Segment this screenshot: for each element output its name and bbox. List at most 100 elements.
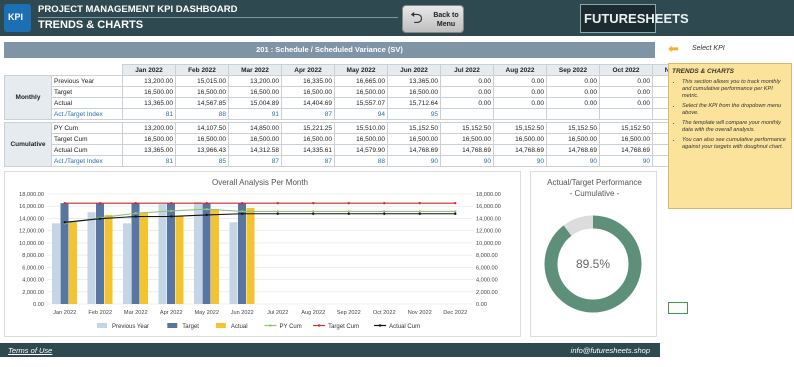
table-cell[interactable]: 16,500.00 — [387, 86, 441, 98]
table-cell[interactable]: 90 — [493, 155, 547, 167]
table-cell[interactable]: 14,768.69 — [599, 144, 653, 156]
table-cell[interactable]: 14,335.61 — [281, 144, 335, 156]
table-cell[interactable]: 16,500.00 — [175, 86, 229, 98]
table-cell[interactable]: 0.00 — [599, 97, 653, 109]
table-cell[interactable]: 90 — [440, 155, 494, 167]
table-cell[interactable]: 15,152.50 — [546, 122, 600, 134]
point-actual-cum — [276, 212, 279, 215]
table-cell[interactable]: 88 — [334, 155, 388, 167]
table-cell[interactable] — [493, 108, 547, 120]
table-cell[interactable]: 14,768.69 — [493, 144, 547, 156]
table-cell[interactable]: 16,500.00 — [281, 86, 335, 98]
table-cell[interactable]: 15,004.89 — [228, 97, 282, 109]
table-cell[interactable]: 0.00 — [599, 86, 653, 98]
table-cell[interactable]: 90 — [387, 155, 441, 167]
table-cell[interactable]: 16,500.00 — [122, 86, 176, 98]
y-tick-label-left: 14,000.00 — [19, 216, 44, 222]
table-cell[interactable]: 14,312.58 — [228, 144, 282, 156]
table-cell[interactable]: 14,107.50 — [175, 122, 229, 134]
table-cell[interactable]: 0.00 — [440, 97, 494, 109]
table-row: Act./Target Index 81 88 91 87 94 95 — [5, 108, 759, 120]
bar-previous-year — [193, 202, 202, 304]
table-cell[interactable]: 95 — [387, 108, 441, 120]
y-tick-label-left: 12,000.00 — [19, 229, 44, 235]
table-cell[interactable]: 14,768.69 — [387, 144, 441, 156]
select-kpi-label: Select KPI — [692, 45, 725, 52]
table-cell[interactable]: 13,365.00 — [387, 75, 441, 87]
table-cell[interactable]: 16,500.00 — [546, 133, 600, 145]
table-cell[interactable]: 81 — [122, 155, 176, 167]
table-cell[interactable]: 15,221.25 — [281, 122, 335, 134]
table-cell[interactable]: 16,500.00 — [175, 133, 229, 145]
table-cell[interactable]: 16,500.00 — [440, 133, 494, 145]
back-to-menu-button[interactable]: ⮌ Back to Menu — [402, 5, 464, 33]
table-cell[interactable]: 90 — [546, 155, 600, 167]
table-cell[interactable]: 13,966.43 — [175, 144, 229, 156]
month-header: Jul 2022 — [440, 64, 494, 76]
table-cell[interactable]: 15,510.00 — [334, 122, 388, 134]
table-cell[interactable]: 90 — [599, 155, 653, 167]
table-cell[interactable]: 13,200.00 — [122, 122, 176, 134]
y-tick-label-left: 16,000.00 — [19, 204, 44, 210]
bar-previous-year — [158, 204, 167, 304]
kpi-selector[interactable]: 201 : Schedule / Scheduled Variance (SV) — [4, 42, 655, 58]
table-cell[interactable]: 0.00 — [440, 86, 494, 98]
table-cell[interactable]: 0.00 — [440, 75, 494, 87]
table-cell[interactable]: 13,200.00 — [228, 75, 282, 87]
table-cell[interactable]: 0.00 — [493, 75, 547, 87]
table-cell[interactable]: 16,500.00 — [334, 133, 388, 145]
row-label: Actual — [51, 97, 123, 109]
table-cell[interactable]: 14,768.69 — [440, 144, 494, 156]
table-cell[interactable] — [440, 108, 494, 120]
table-cell[interactable]: 0.00 — [599, 75, 653, 87]
table-cell[interactable]: 16,500.00 — [122, 133, 176, 145]
table-cell[interactable]: 85 — [175, 155, 229, 167]
table-cell[interactable]: 16,500.00 — [334, 86, 388, 98]
terms-of-use-link[interactable]: Terms of Use — [8, 346, 52, 355]
table-cell[interactable]: 94 — [334, 108, 388, 120]
table-cell[interactable]: 16,665.00 — [334, 75, 388, 87]
table-cell[interactable]: 87 — [281, 108, 335, 120]
month-header: Feb 2022 — [175, 64, 229, 76]
point-py-cum — [170, 209, 173, 213]
table-cell[interactable]: 15,152.50 — [493, 122, 547, 134]
table-cell[interactable]: 87 — [228, 155, 282, 167]
table-cell[interactable]: 0.00 — [546, 75, 600, 87]
x-tick-label: Jan 2022 — [53, 310, 76, 316]
table-cell[interactable]: 14,404.69 — [281, 97, 335, 109]
table-cell[interactable]: 14,579.90 — [334, 144, 388, 156]
table-cell[interactable]: 14,850.00 — [228, 122, 282, 134]
table-cell[interactable]: 16,500.00 — [387, 133, 441, 145]
table-cell[interactable]: 14,768.69 — [546, 144, 600, 156]
table-cell[interactable]: 13,200.00 — [122, 75, 176, 87]
table-cell[interactable]: 0.00 — [546, 97, 600, 109]
table-cell[interactable]: 87 — [281, 155, 335, 167]
table-cell[interactable]: 16,500.00 — [281, 133, 335, 145]
selected-cell-indicator[interactable] — [668, 302, 688, 314]
table-cell[interactable]: 81 — [122, 108, 176, 120]
table-cell[interactable]: 16,500.00 — [599, 133, 653, 145]
table-cell[interactable]: 15,152.50 — [387, 122, 441, 134]
table-cell[interactable]: 15,712.64 — [387, 97, 441, 109]
table-cell[interactable]: 16,335.00 — [281, 75, 335, 87]
table-cell[interactable]: 16,500.00 — [228, 133, 282, 145]
table-cell[interactable]: 14,567.85 — [175, 97, 229, 109]
table-cell[interactable]: 15,557.07 — [334, 97, 388, 109]
table-cell[interactable]: 16,500.00 — [228, 86, 282, 98]
table-cell[interactable]: 15,015.00 — [175, 75, 229, 87]
table-cell[interactable]: 0.00 — [493, 97, 547, 109]
table-cell[interactable]: 13,365.00 — [122, 97, 176, 109]
table-cell[interactable]: 16,500.00 — [493, 133, 547, 145]
table-cell[interactable]: 91 — [228, 108, 282, 120]
table-cell[interactable]: 0.00 — [546, 86, 600, 98]
table-cell[interactable] — [599, 108, 653, 120]
table-cell[interactable]: 0.00 — [493, 86, 547, 98]
table-cell[interactable]: 13,365.00 — [122, 144, 176, 156]
table-cell[interactable] — [546, 108, 600, 120]
table-cell[interactable]: 15,152.50 — [440, 122, 494, 134]
table-cell[interactable]: 15,152.50 — [599, 122, 653, 134]
x-tick-label: Apr 2022 — [160, 310, 183, 316]
table-cell[interactable]: 88 — [175, 108, 229, 120]
month-header: Sep 2022 — [546, 64, 600, 76]
performance-donut-chart: Actual/Target Performance - Cumulative -… — [530, 171, 657, 337]
